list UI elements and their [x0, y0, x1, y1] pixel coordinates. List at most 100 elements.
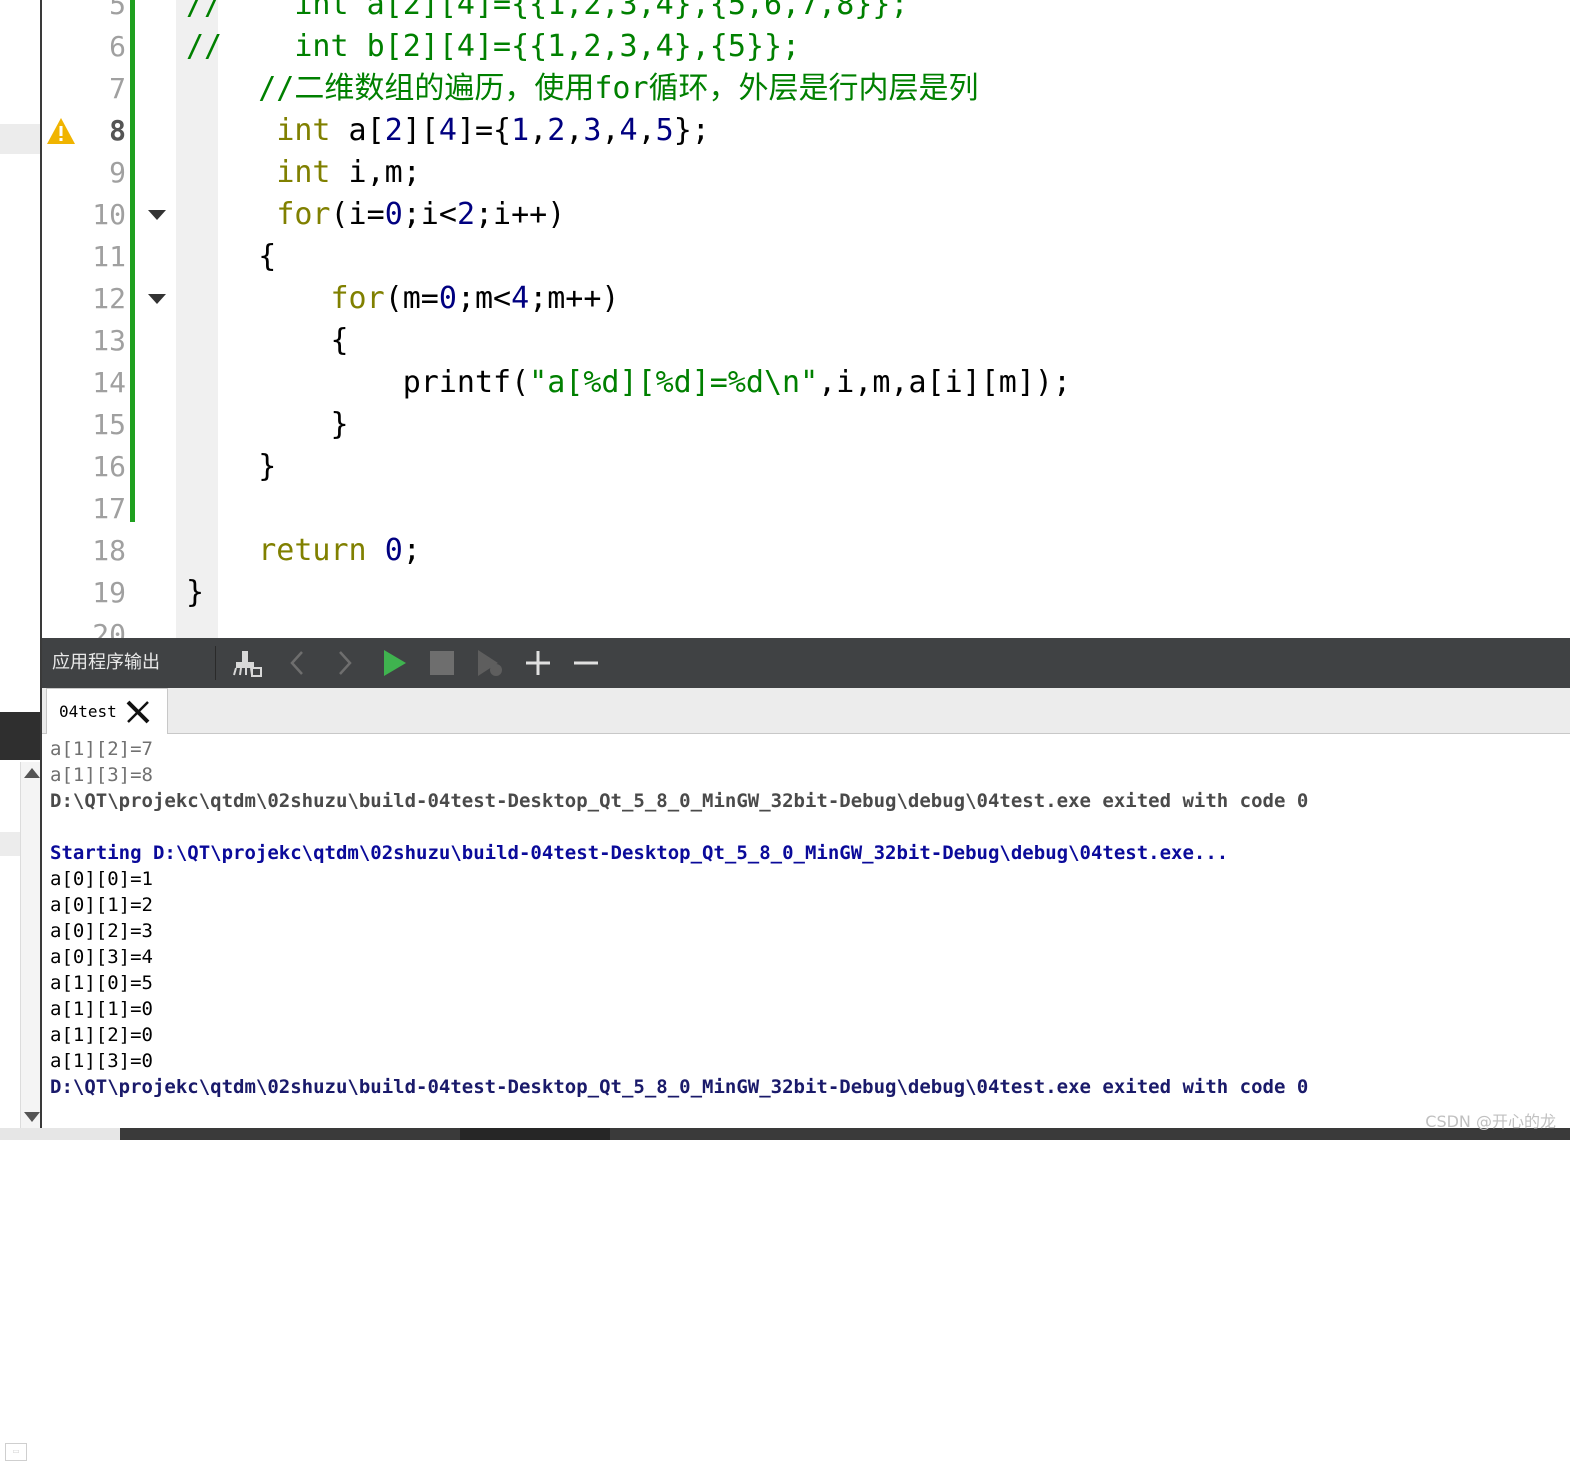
code-line[interactable]: 5 // int a[2][4]={{1,2,3,4},{5,6,7,8}}; — [42, 0, 1570, 26]
output-line: a[0][0]=1 — [50, 868, 153, 890]
status-bar-segment-dark — [460, 1128, 610, 1140]
zoom-out-icon[interactable] — [570, 648, 602, 678]
code-text: // int b[2][4]={{1,2,3,4},{5}}; — [186, 26, 800, 68]
application-output[interactable]: a[1][2]=7 a[1][3]=8 D:\QT\projekc\qtdm\02s… — [42, 734, 1570, 1124]
code-line[interactable]: 14 printf("a[%d][%d]=%d\n",i,m,a[i][m]); — [42, 362, 1570, 404]
code-line[interactable]: 8 int a[2][4]={1,2,3,4,5}; — [42, 110, 1570, 152]
next-icon[interactable] — [328, 648, 360, 678]
output-line: Starting D:\QT\projekc\qtdm\02shuzu\buil… — [50, 842, 1229, 864]
tab-label: 04test — [59, 702, 117, 721]
code-token: // int b[2][4]={{1,2,3,4},{5}}; — [186, 29, 801, 64]
scroll-up-icon[interactable] — [24, 768, 40, 778]
code-line[interactable]: 13 { — [42, 320, 1570, 362]
line-number: 14 — [92, 366, 126, 399]
line-number: 8 — [109, 114, 126, 147]
code-token: 2 — [547, 113, 566, 148]
output-line: D:\QT\projekc\qtdm\02shuzu\build-04test-… — [50, 790, 1309, 812]
code-line[interactable]: 17 — [42, 488, 1570, 530]
output-line: a[0][2]=3 — [50, 920, 153, 942]
line-number: 12 — [92, 282, 126, 315]
left-panel-header: ▭ — [0, 712, 40, 1461]
watermark: CSDN @开心的龙 — [1425, 1112, 1556, 1131]
code-token: , — [637, 113, 656, 148]
code-text: } — [186, 404, 348, 446]
output-line: a[1][2]=0 — [50, 1024, 153, 1046]
close-icon[interactable] — [125, 699, 151, 725]
output-line: a[1][0]=5 — [50, 972, 153, 994]
collapse-panel-icon[interactable]: ▭ — [5, 1443, 27, 1461]
code-token: 2 — [384, 113, 403, 148]
line-number: 7 — [109, 72, 126, 105]
output-line: a[0][1]=2 — [50, 894, 153, 916]
code-text: { — [186, 320, 348, 362]
code-token: for — [330, 281, 385, 316]
code-editor[interactable]: 5 // int a[2][4]={{1,2,3,4},{5,6,7,8}}; 6 /… — [42, 0, 1570, 638]
clear-icon[interactable] — [232, 648, 264, 678]
code-token: 0 — [384, 533, 403, 568]
scroll-down-icon[interactable] — [24, 1112, 40, 1122]
line-number: 6 — [109, 30, 126, 63]
code-line[interactable]: 18 return 0; — [42, 530, 1570, 572]
output-line: a[1][2]=7 — [50, 738, 153, 760]
code-line[interactable]: 16 } — [42, 446, 1570, 488]
code-token: ; — [402, 533, 421, 568]
sidebar-selection-highlight-lower — [0, 832, 20, 856]
line-number: 13 — [92, 324, 126, 357]
code-token: ;i++) — [475, 197, 566, 232]
code-line[interactable]: 6 // int b[2][4]={{1,2,3,4},{5}}; — [42, 26, 1570, 68]
run-icon[interactable] — [378, 648, 410, 678]
output-line: a[1][3]=8 — [50, 764, 153, 786]
code-token: ;i< — [402, 197, 457, 232]
output-line: D:\QT\projekc\qtdm\02shuzu\build-04test-… — [50, 1076, 1309, 1098]
code-text: //二维数组的遍历，使用for循环，外层是行内层是列 — [186, 68, 978, 110]
tab-04test[interactable]: 04test — [46, 688, 168, 734]
left-vertical-scrollbar[interactable] — [20, 762, 40, 1128]
zoom-in-icon[interactable] — [522, 648, 554, 678]
code-line[interactable]: 11 { — [42, 236, 1570, 278]
code-line[interactable]: 7 //二维数组的遍历，使用for循环，外层是行内层是列 — [42, 68, 1570, 110]
code-text: printf("a[%d][%d]=%d\n",i,m,a[i][m]); — [186, 362, 1071, 404]
code-line[interactable]: 9 int i,m; — [42, 152, 1570, 194]
warning-icon[interactable] — [46, 117, 76, 145]
code-token: (i= — [330, 197, 385, 232]
code-token: ,i,m,a[i][m]); — [818, 365, 1072, 400]
code-token: { — [186, 239, 277, 274]
code-token: ]={ — [456, 113, 512, 148]
code-line[interactable]: 10 for(i=0;i<2;i++) — [42, 194, 1570, 236]
code-token: } — [186, 575, 205, 610]
code-token: 4 — [619, 113, 638, 148]
fold-arrow-icon[interactable] — [148, 294, 166, 304]
status-bar — [0, 1128, 1570, 1140]
code-text: int i,m; — [186, 152, 421, 194]
code-token: int — [276, 113, 331, 148]
line-number: 9 — [109, 156, 126, 189]
code-token: a[ — [330, 113, 385, 148]
code-line[interactable]: 12 for(m=0;m<4;m++) — [42, 278, 1570, 320]
stop-icon[interactable] — [426, 648, 458, 678]
output-pane-title: 应用程序输出 — [52, 652, 160, 673]
code-text: for(m=0;m<4;m++) — [186, 278, 620, 320]
code-token: // int a[2][4]={{1,2,3,4},{5,6,7,8}}; — [186, 0, 909, 22]
attach-debugger-icon[interactable] — [474, 648, 506, 678]
code-line[interactable]: 15 } — [42, 404, 1570, 446]
line-number: 18 — [92, 534, 126, 567]
code-text: } — [186, 572, 204, 614]
line-number: 10 — [92, 198, 126, 231]
code-line[interactable]: 20 — [42, 614, 1570, 638]
code-line[interactable]: 19} — [42, 572, 1570, 614]
output-line: a[1][3]=0 — [50, 1050, 153, 1072]
code-token: printf( — [186, 365, 530, 400]
line-number: 19 — [92, 576, 126, 609]
fold-arrow-icon[interactable] — [148, 210, 166, 220]
code-token: ;m< — [456, 281, 512, 316]
code-text: } — [186, 446, 276, 488]
prev-icon[interactable] — [282, 648, 314, 678]
code-token: 0 — [384, 197, 403, 232]
code-token: 0 — [438, 281, 457, 316]
code-token: 4 — [511, 281, 530, 316]
output-line: a[0][3]=4 — [50, 946, 153, 968]
code-token: return — [258, 533, 367, 568]
